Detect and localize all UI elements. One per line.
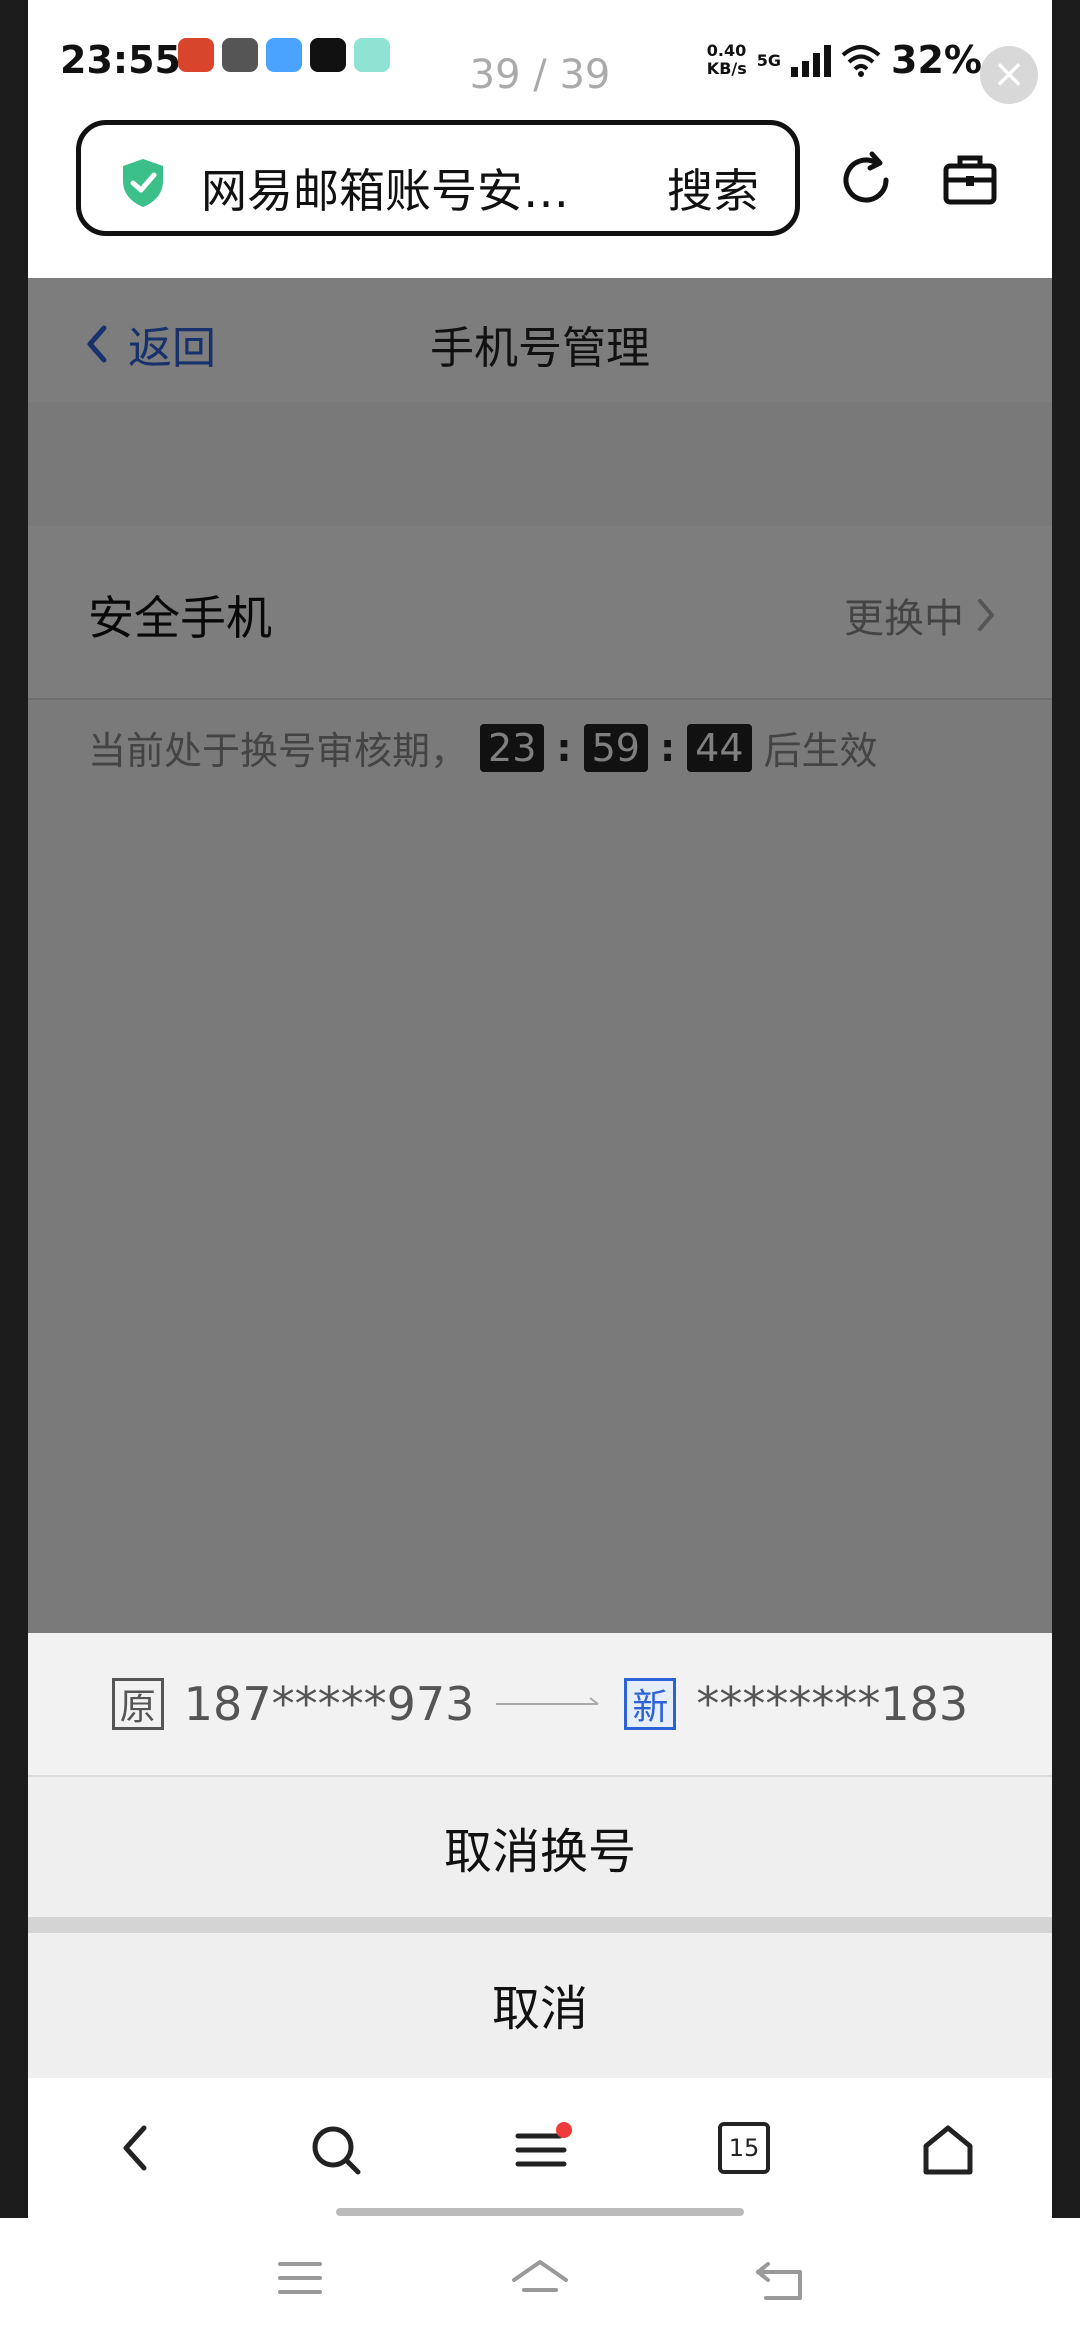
system-nav-bar: [0, 2218, 1080, 2344]
menu-icon[interactable]: [514, 2122, 574, 2178]
net-speed-value: 0.40: [706, 41, 747, 60]
home-indicator: [336, 2208, 744, 2216]
modal-overlay[interactable]: [28, 278, 1052, 1633]
system-back-icon[interactable]: [754, 2258, 806, 2302]
screen-frame-left: [0, 0, 28, 2218]
number-swap-info: 原 187*****973 新 ********183: [28, 1633, 1052, 1777]
wifi-icon: [841, 45, 881, 77]
action-sheet: 原 187*****973 新 ********183 取消换号 取消: [28, 1633, 1052, 2078]
network-type: 5G: [756, 50, 782, 70]
home-icon[interactable]: [920, 2122, 976, 2178]
cancel-button[interactable]: 取消: [28, 1933, 1052, 2075]
address-bar[interactable]: 网易邮箱账号安… 搜索: [76, 120, 800, 236]
cancel-swap-button[interactable]: 取消换号: [28, 1777, 1052, 1917]
recent-apps-icon[interactable]: [276, 2258, 324, 2298]
system-home-icon[interactable]: [510, 2258, 570, 2306]
new-number-tag: 新: [624, 1678, 677, 1730]
old-number-tag: 原: [111, 1678, 164, 1730]
tabs-count: 15: [728, 2134, 760, 2162]
close-icon[interactable]: ×: [980, 46, 1038, 104]
net-speed-unit: KB/s: [706, 59, 747, 78]
battery-level: 32%: [891, 38, 982, 82]
status-bar: 23:55 39 / 39 0.40 KB/s 5G 32% ×: [28, 0, 1052, 110]
sheet-divider: [28, 1917, 1052, 1933]
browser-toolbar: 15: [28, 2078, 1052, 2218]
signal-icon: [791, 43, 832, 77]
back-icon[interactable]: [112, 2122, 162, 2174]
old-number: 187*****973: [183, 1677, 475, 1731]
shield-check-icon: [123, 159, 163, 207]
status-indicators: 0.40 KB/s 5G 32%: [707, 38, 982, 82]
reload-icon[interactable]: [836, 150, 896, 210]
tabs-button[interactable]: 15: [718, 2122, 770, 2174]
toolbox-icon[interactable]: [940, 150, 1000, 210]
net-speed: 0.40 KB/s: [707, 42, 747, 78]
arrow-right-icon: [496, 1697, 599, 1705]
search-button[interactable]: 搜索: [667, 155, 759, 221]
url-text: 网易邮箱账号安…: [201, 164, 569, 218]
screen-frame-right: [1052, 0, 1080, 2218]
browser-app: 23:55 39 / 39 0.40 KB/s 5G 32% × 网易邮箱账号安…: [28, 0, 1052, 2218]
search-icon[interactable]: [308, 2122, 364, 2178]
new-number: ********183: [696, 1677, 969, 1731]
